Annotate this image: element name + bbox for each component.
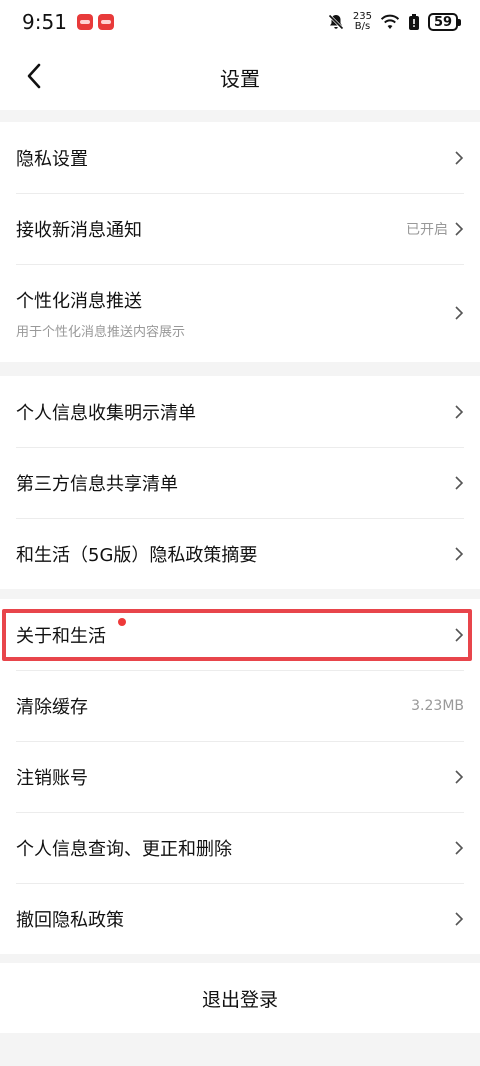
app-badge-icon [97, 14, 114, 30]
withdraw-privacy-policy-row[interactable]: 撤回隐私政策 [0, 883, 480, 954]
app-badge-icon [76, 14, 93, 30]
logout-label: 退出登录 [201, 988, 278, 1011]
status-time: 9:51 [22, 10, 67, 34]
back-button[interactable] [16, 58, 52, 94]
chevron-right-icon [455, 404, 464, 419]
delete-account-row[interactable]: 注销账号 [0, 741, 480, 812]
chevron-right-icon [455, 840, 464, 855]
chevron-right-icon [455, 769, 464, 784]
chevron-right-icon [455, 306, 464, 320]
bell-muted-icon [328, 14, 344, 30]
wifi-icon [380, 14, 400, 29]
notification-status: 已开启 [406, 221, 448, 238]
row-label: 注销账号 [16, 767, 88, 789]
row-label: 接收新消息通知 [16, 219, 142, 241]
row-label: 和生活（5G版）隐私政策摘要 [16, 544, 258, 566]
logout-button[interactable]: 退出登录 [0, 963, 480, 1033]
settings-group-account: 关于和生活 清除缓存 3.23MB 注销账号 个人信息查询、更正和删除 撤回隐私… [0, 599, 480, 954]
battery-icon: 59 [428, 13, 461, 31]
status-icons: 235 B/s 59 [327, 11, 461, 32]
chevron-right-icon [455, 221, 464, 236]
row-label: 第三方信息共享清单 [16, 473, 178, 495]
status-bar: 9:51 235 B/s 59 [0, 0, 480, 44]
chevron-right-icon [455, 475, 464, 490]
new-badge-dot [118, 618, 126, 626]
battery-saver-icon [409, 14, 419, 30]
row-label: 隐私设置 [16, 148, 88, 170]
page-title: 设置 [220, 66, 260, 91]
about-app-row[interactable]: 关于和生活 [0, 599, 480, 670]
settings-screen: 9:51 235 B/s 59 设置 隐私设置 接收新消息通知 已开启 个性化消… [0, 0, 480, 1066]
net-speed: 235 B/s [352, 11, 372, 32]
row-label: 个人信息查询、更正和删除 [16, 838, 232, 860]
chevron-left-icon [27, 63, 41, 89]
third-party-sharing-row[interactable]: 第三方信息共享清单 [0, 447, 480, 518]
personalized-push-row[interactable]: 个性化消息推送 用于个性化消息推送内容展示 [0, 264, 480, 362]
row-label: 关于和生活 [16, 625, 106, 647]
privacy-policy-summary-row[interactable]: 和生活（5G版）隐私政策摘要 [0, 518, 480, 589]
cache-size: 3.23MB [411, 697, 464, 714]
row-label: 个人信息收集明示清单 [16, 402, 196, 424]
row-label: 个性化消息推送 [16, 290, 142, 312]
chevron-right-icon [455, 546, 464, 561]
info-collection-list-row[interactable]: 个人信息收集明示清单 [0, 376, 480, 447]
privacy-settings-row[interactable]: 隐私设置 [0, 122, 480, 193]
clear-cache-row[interactable]: 清除缓存 3.23MB [0, 670, 480, 741]
chevron-right-icon [455, 150, 464, 165]
nav-bar: 设置 [0, 44, 480, 110]
personal-info-manage-row[interactable]: 个人信息查询、更正和删除 [0, 812, 480, 883]
row-subtitle: 用于个性化消息推送内容展示 [16, 324, 186, 340]
row-label: 撤回隐私政策 [16, 909, 124, 931]
row-label: 清除缓存 [16, 696, 88, 718]
chevron-right-icon [455, 911, 464, 926]
settings-group-privacy: 隐私设置 接收新消息通知 已开启 个性化消息推送 用于个性化消息推送内容展示 [0, 122, 480, 362]
settings-group-info: 个人信息收集明示清单 第三方信息共享清单 和生活（5G版）隐私政策摘要 [0, 376, 480, 589]
message-notification-row[interactable]: 接收新消息通知 已开启 [0, 193, 480, 264]
chevron-right-icon [455, 627, 464, 642]
